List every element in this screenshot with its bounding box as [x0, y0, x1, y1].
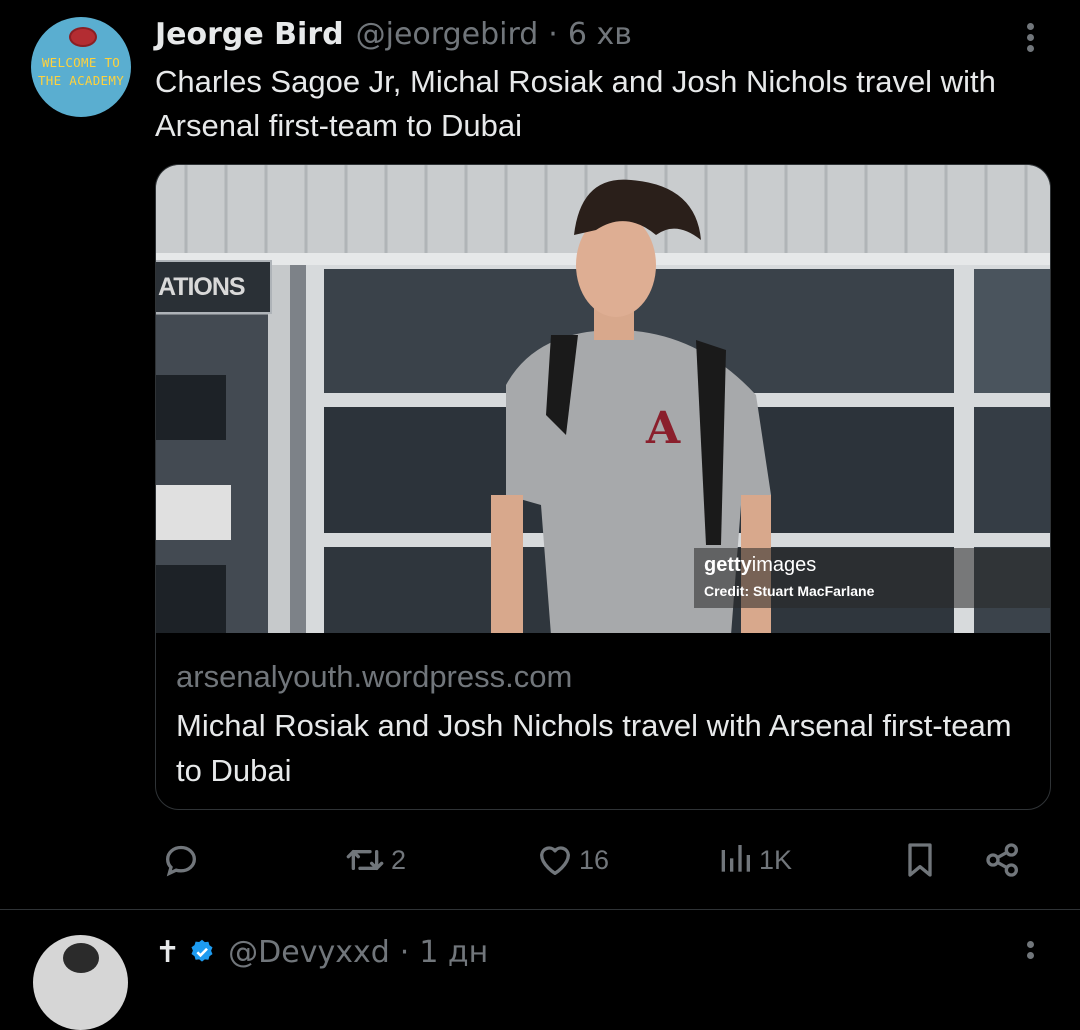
card-photo: A ATIONS gettyimages Credit: Stuart MacF… [156, 165, 1050, 633]
views-count: 1K [759, 844, 793, 875]
reply-icon [165, 845, 197, 877]
like-button[interactable]: 16 [535, 835, 609, 885]
getty-logo: gettyimages [704, 554, 817, 576]
tweet-divider [0, 909, 1080, 910]
card-title: Michal Rosiak and Josh Nichols travel wi… [176, 708, 1012, 788]
tweet-header: Jeorge Bird @jeorgebird · 6 хв [155, 14, 632, 54]
next-tweet-timestamp[interactable]: 1 дн [419, 935, 488, 970]
svg-text:A: A [645, 403, 681, 454]
avatar-text-line2: THE ACADEMY [37, 73, 125, 88]
next-author-avatar[interactable] [33, 935, 128, 1030]
tweet-text: Charles Sagoe Jr, Michal Rosiak and Josh… [155, 64, 996, 143]
reply-button[interactable] [161, 835, 201, 885]
separator-dot: · [548, 16, 558, 52]
card-domain: arsenalyouth.wordpress.com [176, 659, 573, 694]
next-more-options-icon[interactable] [1018, 938, 1042, 968]
next-tweet-header: ✝ @Devyxxd · 1 дн [155, 932, 488, 972]
next-separator-dot: · [399, 934, 410, 970]
share-button[interactable] [983, 835, 1023, 885]
heart-icon [540, 846, 570, 875]
author-handle[interactable]: @jeorgebird [356, 17, 539, 52]
author-name[interactable]: Jeorge Bird [155, 17, 344, 52]
bookmark-button[interactable] [900, 835, 940, 885]
author-avatar[interactable]: WELCOME TO THE ACADEMY [31, 17, 131, 117]
views-icon [721, 845, 750, 872]
tweet-actions: 2 16 1K [155, 835, 1040, 885]
photo-credit: Credit: Stuart MacFarlane [704, 583, 875, 599]
tweet-timestamp[interactable]: 6 хв [568, 17, 632, 52]
retweet-button[interactable]: 2 [343, 835, 406, 885]
like-count: 16 [579, 844, 610, 875]
getty-watermark: gettyimages Credit: Stuart MacFarlane [694, 548, 1050, 608]
retweet-icon [346, 850, 384, 870]
views-button[interactable]: 1K [715, 835, 792, 885]
more-options-icon[interactable] [1018, 20, 1042, 56]
retweet-count: 2 [391, 844, 407, 875]
avatar-text-line1: WELCOME TO [41, 55, 121, 70]
photo-sign: ATIONS [156, 260, 272, 314]
share-icon [986, 843, 1018, 877]
arsenal-badge-icon [69, 27, 97, 47]
link-preview-card[interactable]: A ATIONS gettyimages Credit: Stuart MacF… [155, 164, 1051, 810]
next-author-handle[interactable]: @Devyxxd [228, 935, 390, 970]
cross-emoji: ✝ [155, 934, 181, 970]
bookmark-icon [908, 843, 932, 877]
